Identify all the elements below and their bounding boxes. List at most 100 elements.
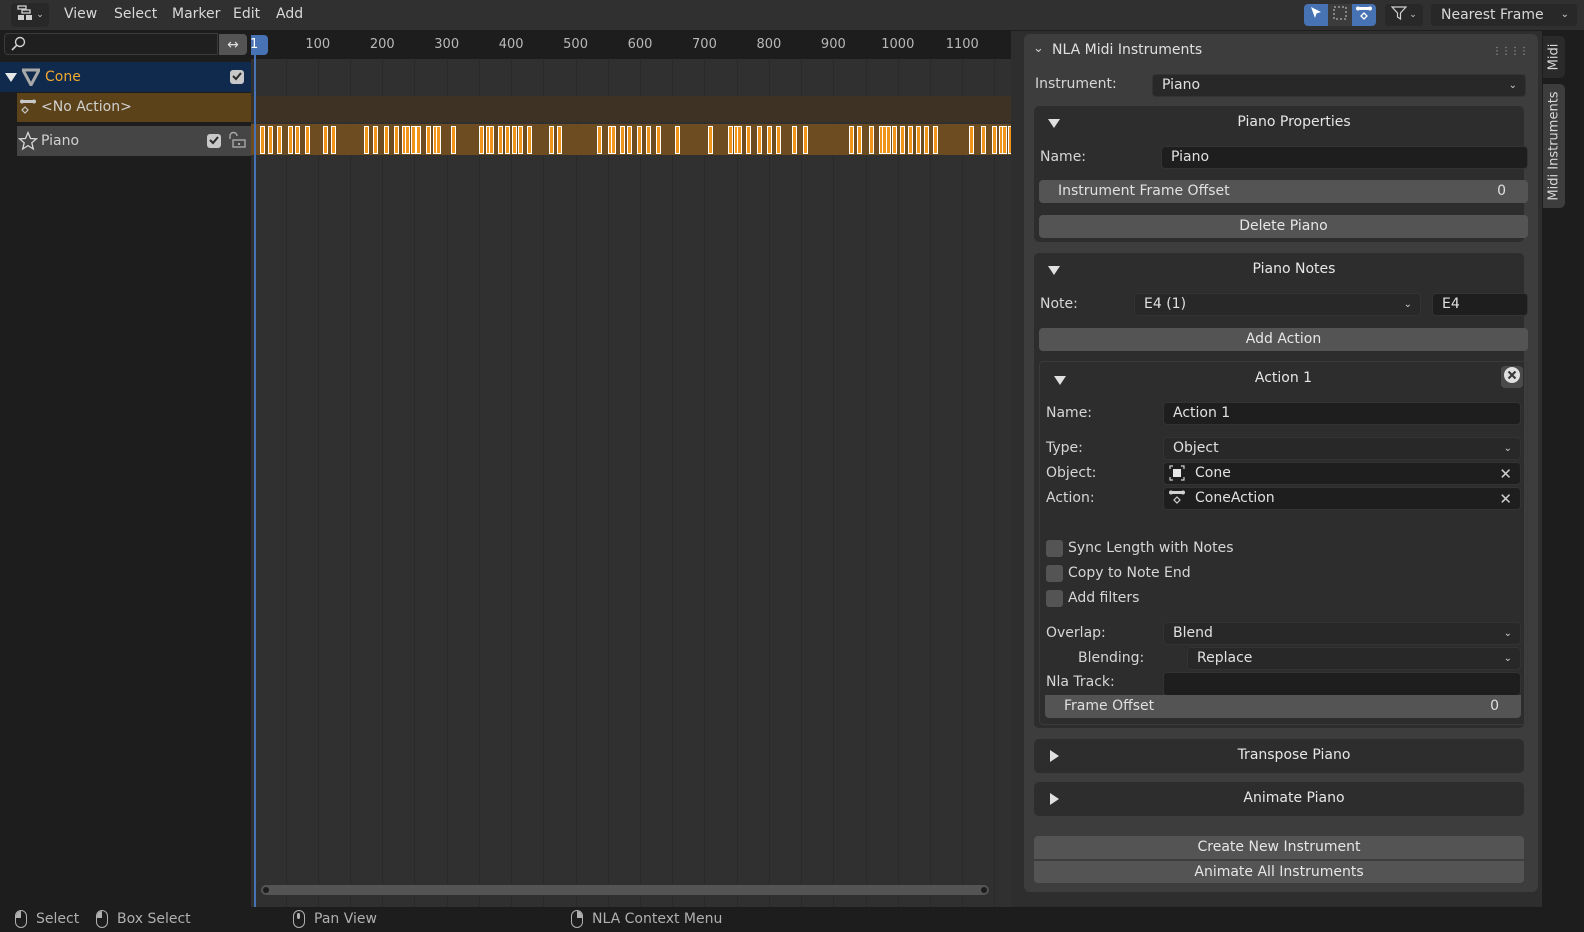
nla-strip[interactable] [756, 126, 762, 154]
editor-type-button[interactable]: ⌄ [11, 3, 49, 27]
nla-strip[interactable] [596, 126, 602, 154]
nla-strip[interactable] [991, 126, 997, 154]
clear-action-icon[interactable]: ✕ [1499, 489, 1512, 510]
nla-strip[interactable] [259, 126, 265, 154]
scrollbar-handle-right[interactable] [981, 887, 987, 893]
create-new-instrument-button[interactable]: Create New Instrument [1034, 836, 1524, 859]
nla-strip[interactable] [450, 126, 456, 154]
nla-strip[interactable] [549, 126, 555, 154]
instrument-frame-offset-field[interactable]: Instrument Frame Offset 0 [1039, 180, 1528, 203]
delete-piano-button[interactable]: Delete Piano [1039, 215, 1528, 238]
nla-strip[interactable] [322, 126, 328, 154]
frame-offset-field[interactable]: Frame Offset 0 [1045, 695, 1521, 718]
nla-strip[interactable] [287, 126, 293, 154]
nla-strip[interactable] [900, 126, 906, 154]
star-icon[interactable] [17, 130, 39, 155]
object-field[interactable]: Cone ✕ [1163, 462, 1521, 485]
strip-tool-button[interactable] [1352, 4, 1376, 26]
nla-strip[interactable] [410, 126, 416, 154]
nla-strip[interactable] [330, 126, 336, 154]
scrollbar-handle-left[interactable] [263, 887, 269, 893]
box-select-tool-button[interactable] [1328, 4, 1352, 26]
channel-search-input[interactable] [4, 33, 218, 55]
blending-dropdown[interactable]: Replace ⌄ [1187, 647, 1521, 670]
select-tool-button[interactable] [1304, 4, 1328, 26]
nla-strip[interactable] [656, 126, 662, 154]
unlock-icon[interactable] [227, 131, 247, 153]
nla-strip[interactable] [675, 126, 681, 154]
panel-collapse-icon[interactable]: ⌄ [1033, 41, 1044, 56]
filter-button[interactable]: ⌄ [1385, 4, 1423, 26]
nla-strip[interactable] [373, 126, 379, 154]
nla-strip[interactable] [416, 126, 422, 154]
nla-strip[interactable] [636, 126, 642, 154]
nla-strip[interactable] [728, 126, 734, 154]
checkbox-box[interactable] [1046, 590, 1063, 607]
nla-strip[interactable] [364, 126, 370, 154]
tab-midi-instruments[interactable]: Midi Instruments [1543, 84, 1565, 208]
nla-strip[interactable] [478, 126, 484, 154]
drag-grip-icon[interactable]: ⋮⋮⋮⋮ [1492, 46, 1529, 57]
note-search-input[interactable]: E4 [1432, 293, 1528, 316]
type-dropdown[interactable]: Object ⌄ [1163, 437, 1521, 460]
channel-enable-checkbox[interactable] [230, 70, 244, 84]
menu-edit[interactable]: Edit [233, 6, 260, 22]
nla-strip[interactable] [924, 126, 930, 154]
nla-strip[interactable] [645, 126, 651, 154]
channel-action-slot[interactable]: <No Action> [17, 93, 251, 122]
nla-strip[interactable] [857, 126, 863, 154]
clear-object-icon[interactable]: ✕ [1499, 464, 1512, 485]
nla-strip[interactable] [304, 126, 310, 154]
disclosure-triangle-icon[interactable] [5, 73, 17, 82]
current-frame-indicator[interactable]: 1 [251, 35, 268, 55]
nla-strip[interactable] [969, 126, 975, 154]
nla-strip[interactable] [745, 126, 751, 154]
nla-strip[interactable] [505, 126, 511, 154]
track-enable-checkbox[interactable] [207, 134, 221, 148]
nla-strip[interactable] [885, 126, 891, 154]
frame-ruler[interactable]: 100 200 300 400 500 600 700 800 900 1000 1100 [251, 31, 1011, 59]
menu-add[interactable]: Add [276, 6, 303, 22]
nla-strip[interactable] [980, 126, 986, 154]
nla-strip[interactable] [611, 126, 617, 154]
nla-strip[interactable] [737, 126, 743, 154]
nla-strip[interactable] [426, 126, 432, 154]
snap-mode-select[interactable]: Nearest Frame ⌄ [1431, 4, 1577, 26]
nla-strip[interactable] [294, 126, 300, 154]
nla-track-input[interactable] [1163, 672, 1521, 696]
nla-strip[interactable] [620, 126, 626, 154]
remove-action-button[interactable] [1501, 366, 1523, 388]
instrument-name-input[interactable]: Piano [1161, 146, 1528, 169]
nla-strip[interactable] [932, 126, 938, 154]
nla-strip[interactable] [489, 126, 495, 154]
channel-track-piano[interactable]: Piano [17, 126, 251, 156]
animate-all-instruments-button[interactable]: Animate All Instruments [1034, 860, 1524, 883]
nla-strip[interactable] [627, 126, 633, 154]
nla-strip[interactable] [527, 126, 533, 154]
nla-strip[interactable] [792, 126, 798, 154]
tab-midi[interactable]: Midi [1543, 36, 1565, 78]
menu-view[interactable]: View [64, 6, 97, 22]
animate-piano-subpanel[interactable]: Animate Piano [1034, 782, 1524, 816]
note-dropdown[interactable]: E4 (1) ⌄ [1134, 293, 1421, 316]
nla-strip[interactable] [436, 126, 442, 154]
nla-strip[interactable] [776, 126, 781, 154]
nla-strip[interactable] [556, 126, 562, 154]
overlap-dropdown[interactable]: Blend ⌄ [1163, 622, 1521, 645]
swap-filter-button[interactable]: ↔ [219, 34, 247, 55]
nla-strip[interactable] [276, 126, 282, 154]
checkbox-box[interactable] [1046, 565, 1063, 582]
channel-object-cone[interactable]: Cone [0, 62, 251, 92]
transpose-piano-subpanel[interactable]: Transpose Piano [1034, 739, 1524, 773]
nla-strip[interactable] [915, 126, 921, 154]
checkbox-box[interactable] [1046, 540, 1063, 557]
action-name-input[interactable]: Action 1 [1163, 402, 1521, 425]
instrument-dropdown[interactable]: Piano ⌄ [1152, 74, 1526, 97]
nla-strip[interactable] [517, 126, 523, 154]
nla-strip[interactable] [1001, 126, 1007, 154]
nla-timeline[interactable]: 100 200 300 400 500 600 700 800 900 1000 1100 1 [251, 31, 1011, 907]
nla-strip[interactable] [383, 126, 389, 154]
nla-strip[interactable] [803, 126, 809, 154]
nla-strip[interactable] [766, 126, 772, 154]
nla-strip[interactable] [892, 126, 897, 154]
